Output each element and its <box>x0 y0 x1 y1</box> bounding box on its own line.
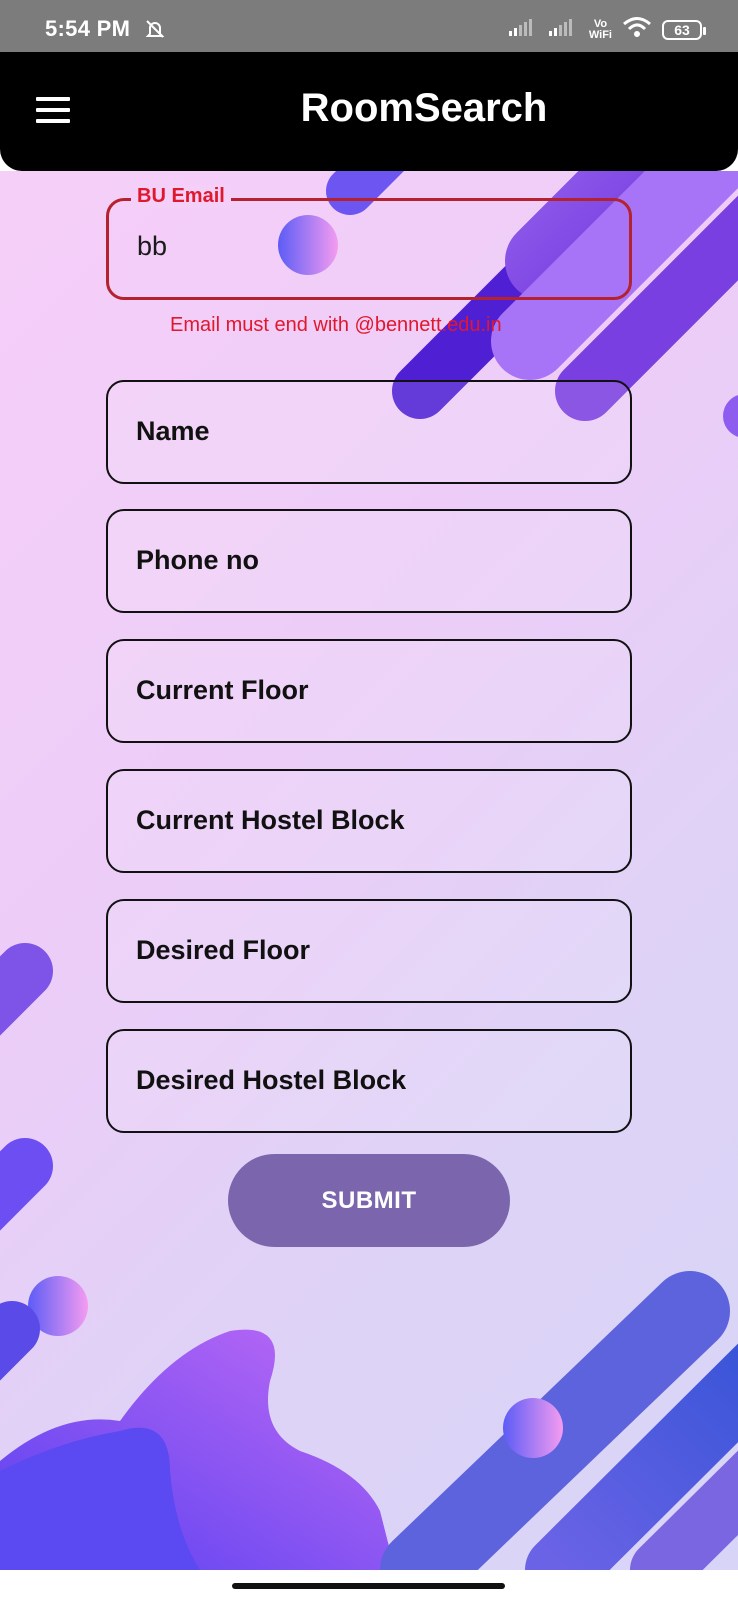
app-title: RoomSearch <box>300 86 548 130</box>
phone-field[interactable]: Phone no <box>106 509 632 613</box>
email-field-label: BU Email <box>131 185 231 208</box>
vowifi-icon: Vo WiFi <box>588 17 612 41</box>
navigation-bar <box>0 1570 738 1600</box>
current-floor-field-label: Current Floor <box>136 675 309 705</box>
battery-icon: 63 <box>662 19 706 40</box>
wifi-icon <box>622 16 652 43</box>
email-error-message: Email must end with @bennett.edu.in <box>170 314 502 336</box>
name-field[interactable]: Name <box>106 380 632 484</box>
name-field-label: Name <box>136 416 210 446</box>
email-field[interactable]: BU Email bb <box>106 185 632 300</box>
bell-muted-icon <box>144 18 166 45</box>
desired-floor-field[interactable]: Desired Floor <box>106 899 632 1003</box>
submit-button[interactable]: SUBMIT <box>228 1154 510 1247</box>
home-indicator[interactable] <box>232 1583 505 1589</box>
desired-floor-field-label: Desired Floor <box>136 935 311 965</box>
current-hostel-block-field-label: Current Hostel Block <box>136 805 405 835</box>
status-bar: 5:54 PM Vo WiFi 63 <box>0 0 738 52</box>
phone-field-label: Phone no <box>136 545 259 575</box>
signal-icon-2 <box>548 18 579 41</box>
desired-hostel-block-field[interactable]: Desired Hostel Block <box>106 1029 632 1133</box>
current-hostel-block-field[interactable]: Current Hostel Block <box>106 769 632 873</box>
app-bar: RoomSearch <box>0 52 738 171</box>
form-screen: BU Email bb Email must end with @bennett… <box>0 171 738 1570</box>
status-time: 5:54 PM <box>45 16 131 41</box>
desired-hostel-block-field-label: Desired Hostel Block <box>136 1065 407 1095</box>
signal-icon <box>508 18 539 41</box>
email-field-value: bb <box>137 231 168 261</box>
current-floor-field[interactable]: Current Floor <box>106 639 632 743</box>
